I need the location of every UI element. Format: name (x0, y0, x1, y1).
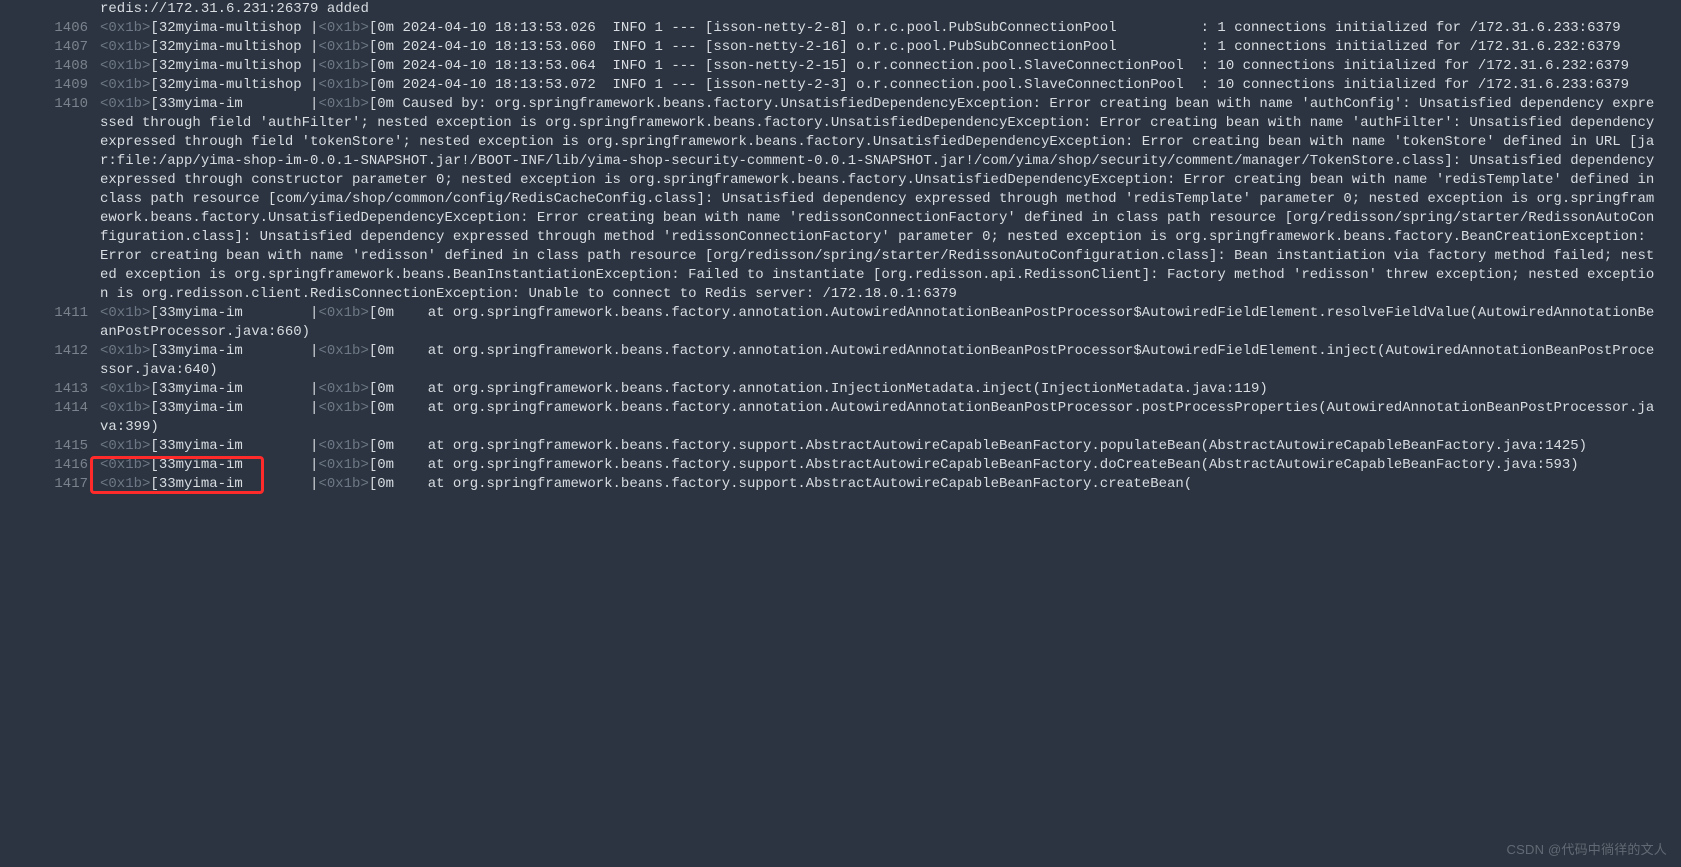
line-number: 1410 (0, 95, 100, 114)
ansi-escape: <0x1b> (318, 476, 368, 492)
ansi-escape: <0x1b> (318, 39, 368, 55)
log-row[interactable]: 1406<0x1b>[32myima-multishop |<0x1b>[0m … (0, 19, 1681, 38)
ansi-escape: <0x1b> (100, 96, 150, 112)
ansi-escape: <0x1b> (318, 77, 368, 93)
container-prefix: [33myima-im | (150, 438, 318, 454)
line-number: 1416 (0, 456, 100, 475)
log-message: at org.springframework.beans.factory.sup… (402, 438, 1587, 454)
log-row[interactable]: 1410<0x1b>[33myima-im |<0x1b>[0m Caused … (0, 95, 1681, 304)
log-row[interactable]: redis://172.31.6.231:26379 added (0, 0, 1681, 19)
line-number: 1409 (0, 76, 100, 95)
log-message: 2024-04-10 18:13:53.026 INFO 1 --- [isso… (402, 20, 1620, 36)
ansi-escape: <0x1b> (100, 39, 150, 55)
log-row[interactable]: 1416<0x1b>[33myima-im |<0x1b>[0m at org.… (0, 456, 1681, 475)
ansi-escape: <0x1b> (318, 20, 368, 36)
ansi-reset: [0m (369, 381, 403, 397)
container-prefix: [33myima-im | (150, 343, 318, 359)
log-line[interactable]: <0x1b>[33myima-im |<0x1b>[0m at org.spri… (100, 399, 1681, 437)
ansi-escape: <0x1b> (100, 305, 150, 321)
log-line[interactable]: <0x1b>[33myima-im |<0x1b>[0m at org.spri… (100, 437, 1681, 456)
log-message: 2024-04-10 18:13:53.060 INFO 1 --- [sson… (402, 39, 1620, 55)
ansi-escape: <0x1b> (318, 381, 368, 397)
log-row[interactable]: 1411<0x1b>[33myima-im |<0x1b>[0m at org.… (0, 304, 1681, 342)
ansi-escape: <0x1b> (318, 457, 368, 473)
line-number: 1411 (0, 304, 100, 323)
ansi-escape: <0x1b> (318, 343, 368, 359)
log-message: at org.springframework.beans.factory.ann… (402, 381, 1267, 397)
ansi-escape: <0x1b> (318, 438, 368, 454)
ansi-reset: [0m (369, 39, 403, 55)
line-number: 1417 (0, 475, 100, 494)
log-line[interactable]: redis://172.31.6.231:26379 added (100, 0, 1681, 19)
line-number: 1412 (0, 342, 100, 361)
log-line[interactable]: <0x1b>[32myima-multishop |<0x1b>[0m 2024… (100, 19, 1681, 38)
log-message: Caused by: org.springframework.beans.fac… (100, 96, 1663, 302)
line-number: 1406 (0, 19, 100, 38)
ansi-reset: [0m (369, 438, 403, 454)
ansi-reset: [0m (369, 305, 403, 321)
container-prefix: [33myima-im | (150, 457, 318, 473)
line-number: 1408 (0, 57, 100, 76)
log-row[interactable]: 1408<0x1b>[32myima-multishop |<0x1b>[0m … (0, 57, 1681, 76)
ansi-escape: <0x1b> (100, 476, 150, 492)
ansi-escape: <0x1b> (100, 58, 150, 74)
log-message: 2024-04-10 18:13:53.072 INFO 1 --- [isso… (402, 77, 1629, 93)
watermark: CSDN @代码中徜徉的文人 (1507, 840, 1667, 859)
log-line[interactable]: <0x1b>[33myima-im |<0x1b>[0m at org.spri… (100, 475, 1681, 494)
log-message: at org.springframework.beans.factory.sup… (402, 457, 1578, 473)
ansi-reset: [0m (369, 400, 403, 416)
log-row[interactable]: 1417<0x1b>[33myima-im |<0x1b>[0m at org.… (0, 475, 1681, 494)
ansi-reset: [0m (369, 343, 403, 359)
ansi-escape: <0x1b> (100, 20, 150, 36)
log-row[interactable]: 1415<0x1b>[33myima-im |<0x1b>[0m at org.… (0, 437, 1681, 456)
ansi-escape: <0x1b> (100, 400, 150, 416)
log-row[interactable]: 1414<0x1b>[33myima-im |<0x1b>[0m at org.… (0, 399, 1681, 437)
log-viewer[interactable]: redis://172.31.6.231:26379 added1406<0x1… (0, 0, 1681, 867)
container-prefix: [32myima-multishop | (150, 39, 318, 55)
container-prefix: [32myima-multishop | (150, 58, 318, 74)
container-prefix: [33myima-im | (150, 305, 318, 321)
line-number: 1415 (0, 437, 100, 456)
ansi-reset: [0m (369, 96, 403, 112)
log-line[interactable]: <0x1b>[33myima-im |<0x1b>[0m at org.spri… (100, 304, 1681, 342)
ansi-escape: <0x1b> (100, 381, 150, 397)
ansi-reset: [0m (369, 476, 403, 492)
log-message: at org.springframework.beans.factory.sup… (402, 476, 1192, 492)
log-message: 2024-04-10 18:13:53.064 INFO 1 --- [sson… (402, 58, 1629, 74)
log-row[interactable]: 1413<0x1b>[33myima-im |<0x1b>[0m at org.… (0, 380, 1681, 399)
log-line[interactable]: <0x1b>[33myima-im |<0x1b>[0m Caused by: … (100, 95, 1681, 304)
log-row[interactable]: 1409<0x1b>[32myima-multishop |<0x1b>[0m … (0, 76, 1681, 95)
container-prefix: [32myima-multishop | (150, 20, 318, 36)
ansi-escape: <0x1b> (318, 400, 368, 416)
container-prefix: [33myima-im | (150, 381, 318, 397)
log-row[interactable]: 1407<0x1b>[32myima-multishop |<0x1b>[0m … (0, 38, 1681, 57)
ansi-escape: <0x1b> (318, 96, 368, 112)
container-prefix: [33myima-im | (150, 96, 318, 112)
ansi-reset: [0m (369, 20, 403, 36)
log-line[interactable]: <0x1b>[33myima-im |<0x1b>[0m at org.spri… (100, 380, 1681, 399)
line-number: 1414 (0, 399, 100, 418)
log-line[interactable]: <0x1b>[33myima-im |<0x1b>[0m at org.spri… (100, 456, 1681, 475)
log-line[interactable]: <0x1b>[32myima-multishop |<0x1b>[0m 2024… (100, 76, 1681, 95)
ansi-escape: <0x1b> (100, 457, 150, 473)
ansi-escape: <0x1b> (318, 305, 368, 321)
log-line[interactable]: <0x1b>[32myima-multishop |<0x1b>[0m 2024… (100, 38, 1681, 57)
container-prefix: [33myima-im | (150, 400, 318, 416)
ansi-escape: <0x1b> (100, 77, 150, 93)
ansi-escape: <0x1b> (318, 58, 368, 74)
ansi-reset: [0m (369, 457, 403, 473)
ansi-escape: <0x1b> (100, 343, 150, 359)
line-number: 1407 (0, 38, 100, 57)
line-number: 1413 (0, 380, 100, 399)
ansi-escape: <0x1b> (100, 438, 150, 454)
ansi-reset: [0m (369, 58, 403, 74)
log-row[interactable]: 1412<0x1b>[33myima-im |<0x1b>[0m at org.… (0, 342, 1681, 380)
log-line[interactable]: <0x1b>[33myima-im |<0x1b>[0m at org.spri… (100, 342, 1681, 380)
container-prefix: [32myima-multishop | (150, 77, 318, 93)
ansi-reset: [0m (369, 77, 403, 93)
container-prefix: [33myima-im | (150, 476, 318, 492)
log-line[interactable]: <0x1b>[32myima-multishop |<0x1b>[0m 2024… (100, 57, 1681, 76)
